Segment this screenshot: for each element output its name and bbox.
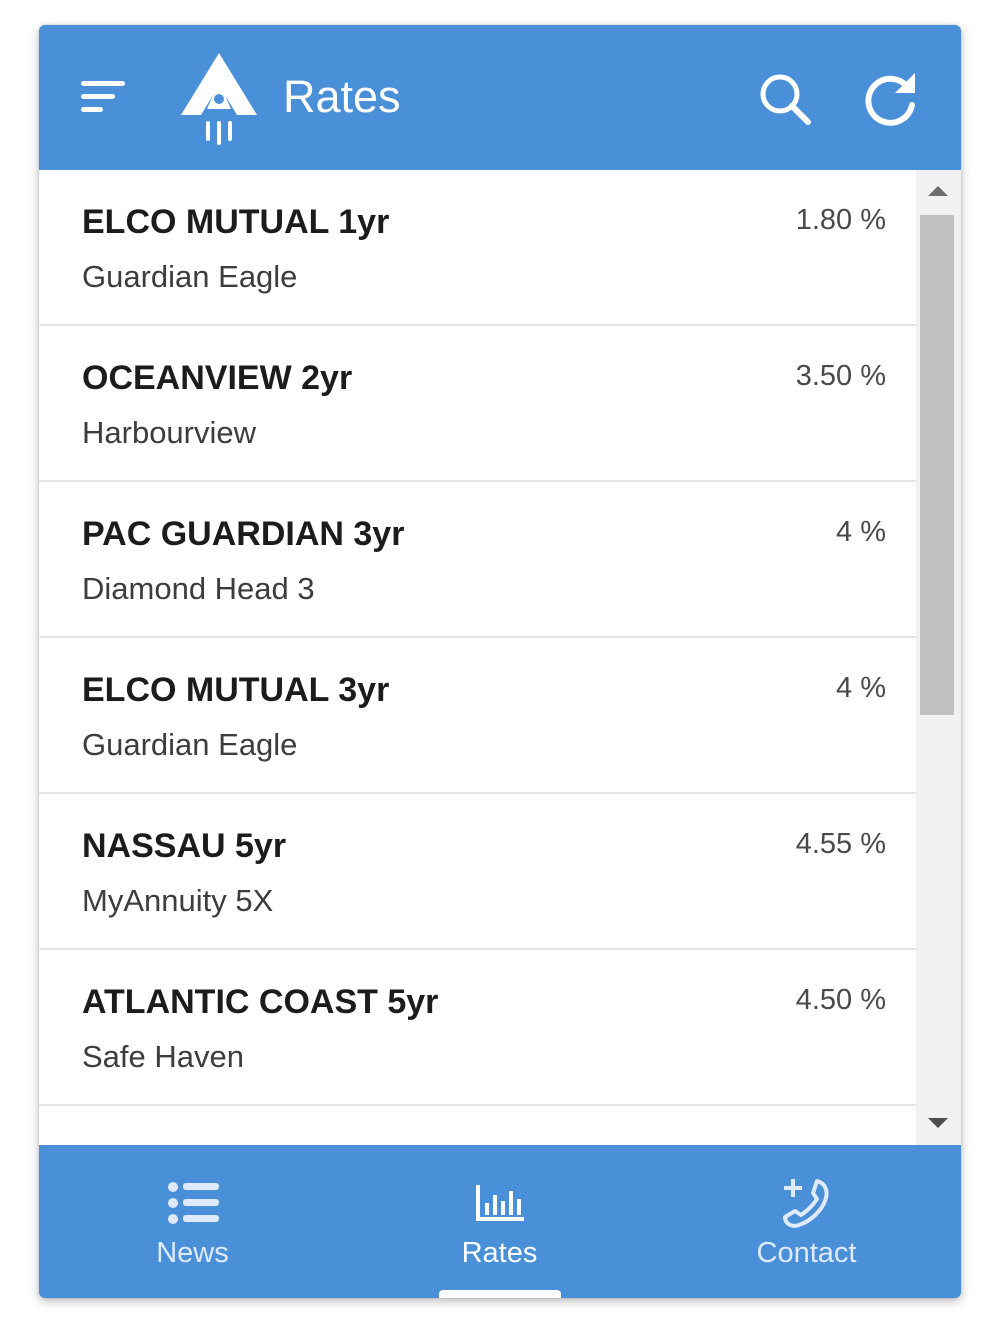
app-bar: Rates: [39, 25, 961, 170]
scroll-up-arrow[interactable]: [928, 186, 948, 196]
refresh-button[interactable]: [861, 69, 921, 129]
product-name: Guardian Eagle: [82, 727, 298, 762]
bottom-navigation: News Rates Contact: [39, 1145, 961, 1298]
filter-menu-button[interactable]: [79, 77, 129, 117]
search-icon: [760, 74, 811, 125]
phone-add-icon: [782, 1179, 829, 1228]
rate-name: OCEANVIEW 2yr: [82, 359, 353, 397]
page-title: Rates: [283, 71, 401, 122]
rate-value: 4 %: [836, 672, 886, 704]
rate-list-item[interactable]: ATLANTIC COAST 5yr Safe Haven 4.50 %: [39, 950, 916, 1106]
rate-value: 4 %: [836, 516, 886, 548]
search-button[interactable]: [757, 71, 813, 127]
rate-list-item[interactable]: ELCO MUTUAL 1yr Guardian Eagle 1.80 %: [39, 170, 916, 326]
app-window: Rates ELCO MUTUAL 1yr Guardian Eagle 1.80 …: [39, 25, 961, 1298]
product-name: Safe Haven: [82, 1039, 244, 1074]
rate-list-item[interactable]: PAC GUARDIAN 3yr Diamond Head 3 4 %: [39, 482, 916, 638]
scrollbar[interactable]: [916, 170, 961, 1145]
active-tab-indicator: [439, 1290, 561, 1298]
rates-list[interactable]: ELCO MUTUAL 1yr Guardian Eagle 1.80 % OCEAN…: [39, 170, 961, 1145]
rate-name: NASSAU 5yr: [82, 827, 287, 865]
tab-rates-label: Rates: [461, 1237, 538, 1269]
list-icon: [167, 1182, 219, 1224]
scrollbar-thumb[interactable]: [920, 215, 954, 715]
rate-value: 1.80 %: [795, 204, 886, 236]
rate-name: ELCO MUTUAL 3yr: [82, 671, 390, 709]
rate-list-item[interactable]: OCEANVIEW 2yr Harbourview 3.50 %: [39, 326, 916, 482]
product-name: MyAnnuity 5X: [82, 883, 274, 918]
tab-rates[interactable]: Rates: [346, 1145, 653, 1298]
tab-contact-label: Contact: [756, 1237, 857, 1269]
tab-contact[interactable]: Contact: [653, 1145, 960, 1298]
rate-name: ELCO MUTUAL 1yr: [82, 203, 390, 241]
product-name: Diamond Head 3: [82, 571, 315, 606]
rate-name: ATLANTIC COAST 5yr: [82, 983, 439, 1021]
rocket-logo-icon: [181, 53, 257, 145]
filter-menu-icon: [81, 81, 125, 112]
product-name: Harbourview: [82, 415, 257, 450]
refresh-icon: [865, 73, 915, 126]
tab-news[interactable]: News: [39, 1145, 346, 1298]
rate-value: 4.55 %: [795, 828, 886, 860]
bar-chart-icon: [475, 1185, 524, 1221]
rate-value: 3.50 %: [795, 360, 886, 392]
rate-list-item[interactable]: NASSAU 5yr MyAnnuity 5X 4.55 %: [39, 794, 916, 950]
rate-list-item[interactable]: ELCO MUTUAL 3yr Guardian Eagle 4 %: [39, 638, 916, 794]
scroll-down-arrow[interactable]: [928, 1118, 948, 1128]
rate-name: PAC GUARDIAN 3yr: [82, 515, 405, 553]
tab-news-label: News: [156, 1237, 229, 1269]
rate-value: 4.50 %: [795, 984, 886, 1016]
product-name: Guardian Eagle: [82, 259, 298, 294]
